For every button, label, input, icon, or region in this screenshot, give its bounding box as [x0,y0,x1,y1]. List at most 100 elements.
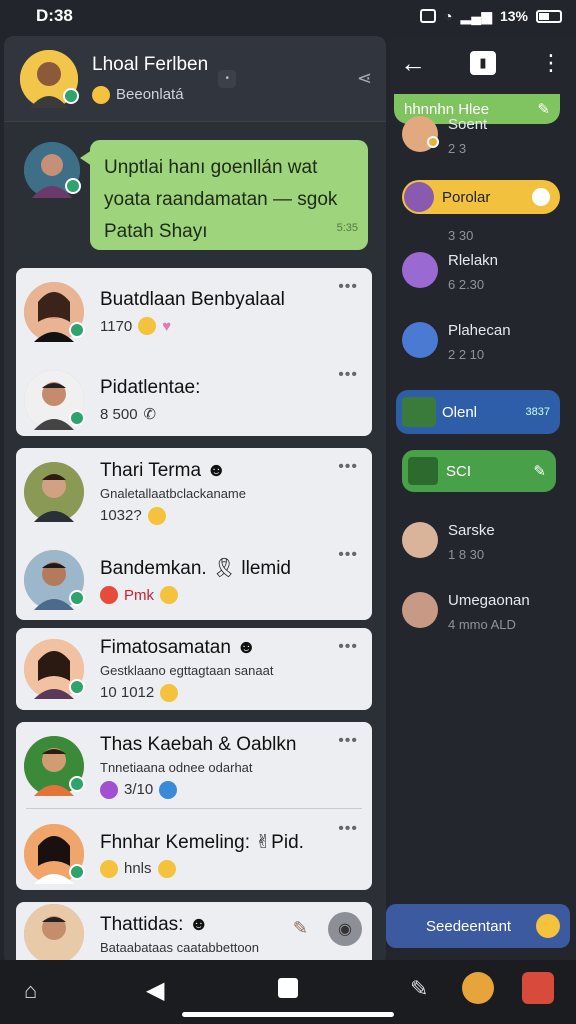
chat-row[interactable]: Bandemkan. 🎗 llemid Pmk ••• [16,536,372,624]
share-icon[interactable]: ⋖ [357,68,372,89]
chat-subtitle: Bataabataas caatabbettoon [100,939,260,955]
chat-row[interactable]: Thas Kaebah & Oablkn Tnnetiaana odnee od… [16,722,372,810]
screen: D:38 ◔ ▂▄▆ 13% Lhoal Ferlben Beeonlatá •… [0,0,576,1024]
dropdown-icon[interactable]: • [218,69,237,88]
recents-icon[interactable] [278,978,298,998]
item-name: Plahecan [448,322,511,339]
chat-card: Thattidas: ☻ Bataabataas caatabbettoon ✎… [16,902,372,966]
pinned-message-bubble[interactable]: Unptlai hanı goenllán wat yoata raandama… [80,140,368,250]
chat-title: Thattidas: ☻ [100,913,209,935]
chat-row[interactable]: Fimatosamatan ☻ Gestklaano egttagtaan sa… [16,628,372,710]
battery-percent: 13% [499,8,528,24]
item-time: 1 8 30 [448,547,485,562]
pin-icon[interactable]: ✎ [293,918,308,939]
emoji-icon: ☻ [236,636,257,658]
item-time: 3 30 [448,228,474,243]
chat-title: Fhnhar Kemeling: ✌Pid. [100,831,304,853]
chat-bubble-icon[interactable]: ✎ [410,976,428,1002]
book-icon[interactable]: ▮ [470,51,496,75]
online-badge [69,322,85,338]
chat-subtitle: Gestklaano egttagtaan sanaat [100,662,274,678]
chat-title: Thari Terma ☻ [100,459,227,481]
back-icon[interactable]: ◀ [146,976,164,1005]
top-pill-label: hhnnhn Hlee [404,100,490,118]
emoji-icon [100,586,118,604]
chat-list-panel: Lhoal Ferlben Beeonlatá • ⋖ Unptlai hanı… [4,36,386,966]
header-subtitle: Beeonlatá [116,86,184,103]
emoji-app-icon[interactable] [462,972,494,1004]
signal-icon: ▂▄▆ [460,7,492,24]
chat-avatar [24,904,84,964]
item-name: Porolar [442,188,491,206]
more-vertical-icon[interactable]: ⋮ [540,50,562,76]
emoji-icon [160,586,178,604]
right-list-item[interactable]: Plahecan 2 2 10 [402,322,511,362]
chat-meta: 8 500 [100,405,138,423]
item-avatar [402,116,439,152]
bottom-pill-label: Seedeentant [426,917,512,935]
item-time: 2 3 [448,141,467,156]
chat-header[interactable]: Lhoal Ferlben Beeonlatá • ⋖ [4,36,386,122]
gift-app-icon[interactable] [522,972,554,1004]
chat-subtitle: Tnnetiaana odnee odarhat [100,759,253,775]
more-icon[interactable]: ••• [338,820,358,838]
green-pill[interactable]: SCI ✎ [402,450,556,492]
message-avatar[interactable] [24,142,81,198]
online-badge [65,178,81,194]
right-list-item[interactable]: Rlelakn 6 2.30 [402,252,498,292]
chat-subtitle: Gnaletallaatbclackaname [100,485,246,501]
online-badge [69,864,85,880]
emoji-icon [138,317,157,335]
chat-meta: Pmk [124,586,154,604]
chat-meta: 10 1012 [100,684,155,701]
back-arrow-icon[interactable]: ← [400,48,426,79]
item-time: 6 2.30 [448,277,485,292]
chat-meta: 1032? [100,507,142,524]
right-header: ← ▮ ⋮ [390,36,576,90]
more-icon[interactable]: ••• [338,546,358,564]
chat-title: Bandemkan. 🎗 llemid [100,558,291,579]
blue-pill[interactable]: Olenl 3837 [396,390,560,434]
emoji-icon [532,188,550,206]
battery-icon [536,9,562,23]
record-button[interactable]: ◉ [328,912,362,946]
item-time: 3837 [525,406,550,418]
more-icon[interactable]: ••• [338,638,358,656]
chat-card: Fimatosamatan ☻ Gestklaano egttagtaan sa… [16,628,372,710]
chat-card: Buatdlaan Benbyalaal 1170 ♥ ••• Pidatlent… [16,268,372,436]
message-line-1: Unptlai hanı goenllán wat [104,157,318,178]
right-list-item[interactable]: Sarske 1 8 30 [402,522,495,562]
item-name: Sarske [448,522,495,539]
emoji-icon [147,506,166,525]
chat-row[interactable]: Thari Terma ☻ Gnaletallaatbclackaname 10… [16,448,372,536]
chat-avatar [24,824,85,884]
more-icon[interactable]: ••• [338,458,358,476]
status-icons: ◔ ▂▄▆ 13% [420,8,562,25]
bottom-pill[interactable]: Seedeentant [386,904,570,948]
status-icon: ✆ [143,406,157,423]
chat-meta: 3/10 [124,781,154,798]
right-list-item[interactable]: Soent 2 3 [402,116,487,156]
chat-avatar [24,736,85,796]
person-avatar-icon [24,462,84,522]
highlight-pill[interactable]: Porolar [402,180,560,214]
more-icon[interactable]: ••• [338,278,358,296]
chat-row[interactable]: Thattidas: ☻ Bataabataas caatabbettoon ✎… [16,902,372,966]
more-icon[interactable]: ••• [338,732,358,750]
right-list-item[interactable]: Umegaonan 4 mmo ALD [402,592,530,632]
item-avatar [402,252,438,288]
chat-row[interactable]: Fhnhar Kemeling: ✌Pid. hnls ••• [16,810,372,898]
item-avatar [404,182,434,212]
item-avatar [402,397,436,427]
online-badge [69,679,85,695]
chat-row[interactable]: Buatdlaan Benbyalaal 1170 ♥ ••• [16,268,372,356]
item-time: 4 mmo ALD [448,617,516,632]
chat-avatar [24,462,84,522]
item-name: Umegaonan [448,592,530,609]
chat-row[interactable]: Pidatlentae: 8 500 ✆ ••• [16,356,372,444]
more-icon[interactable]: ••• [338,366,358,384]
message-line-2: yoata raandamatan — sgok [104,189,338,210]
header-avatar[interactable] [20,49,79,108]
home-icon[interactable]: ⌂ [24,978,37,1004]
message-line-3: Patah Shayı [104,221,208,242]
